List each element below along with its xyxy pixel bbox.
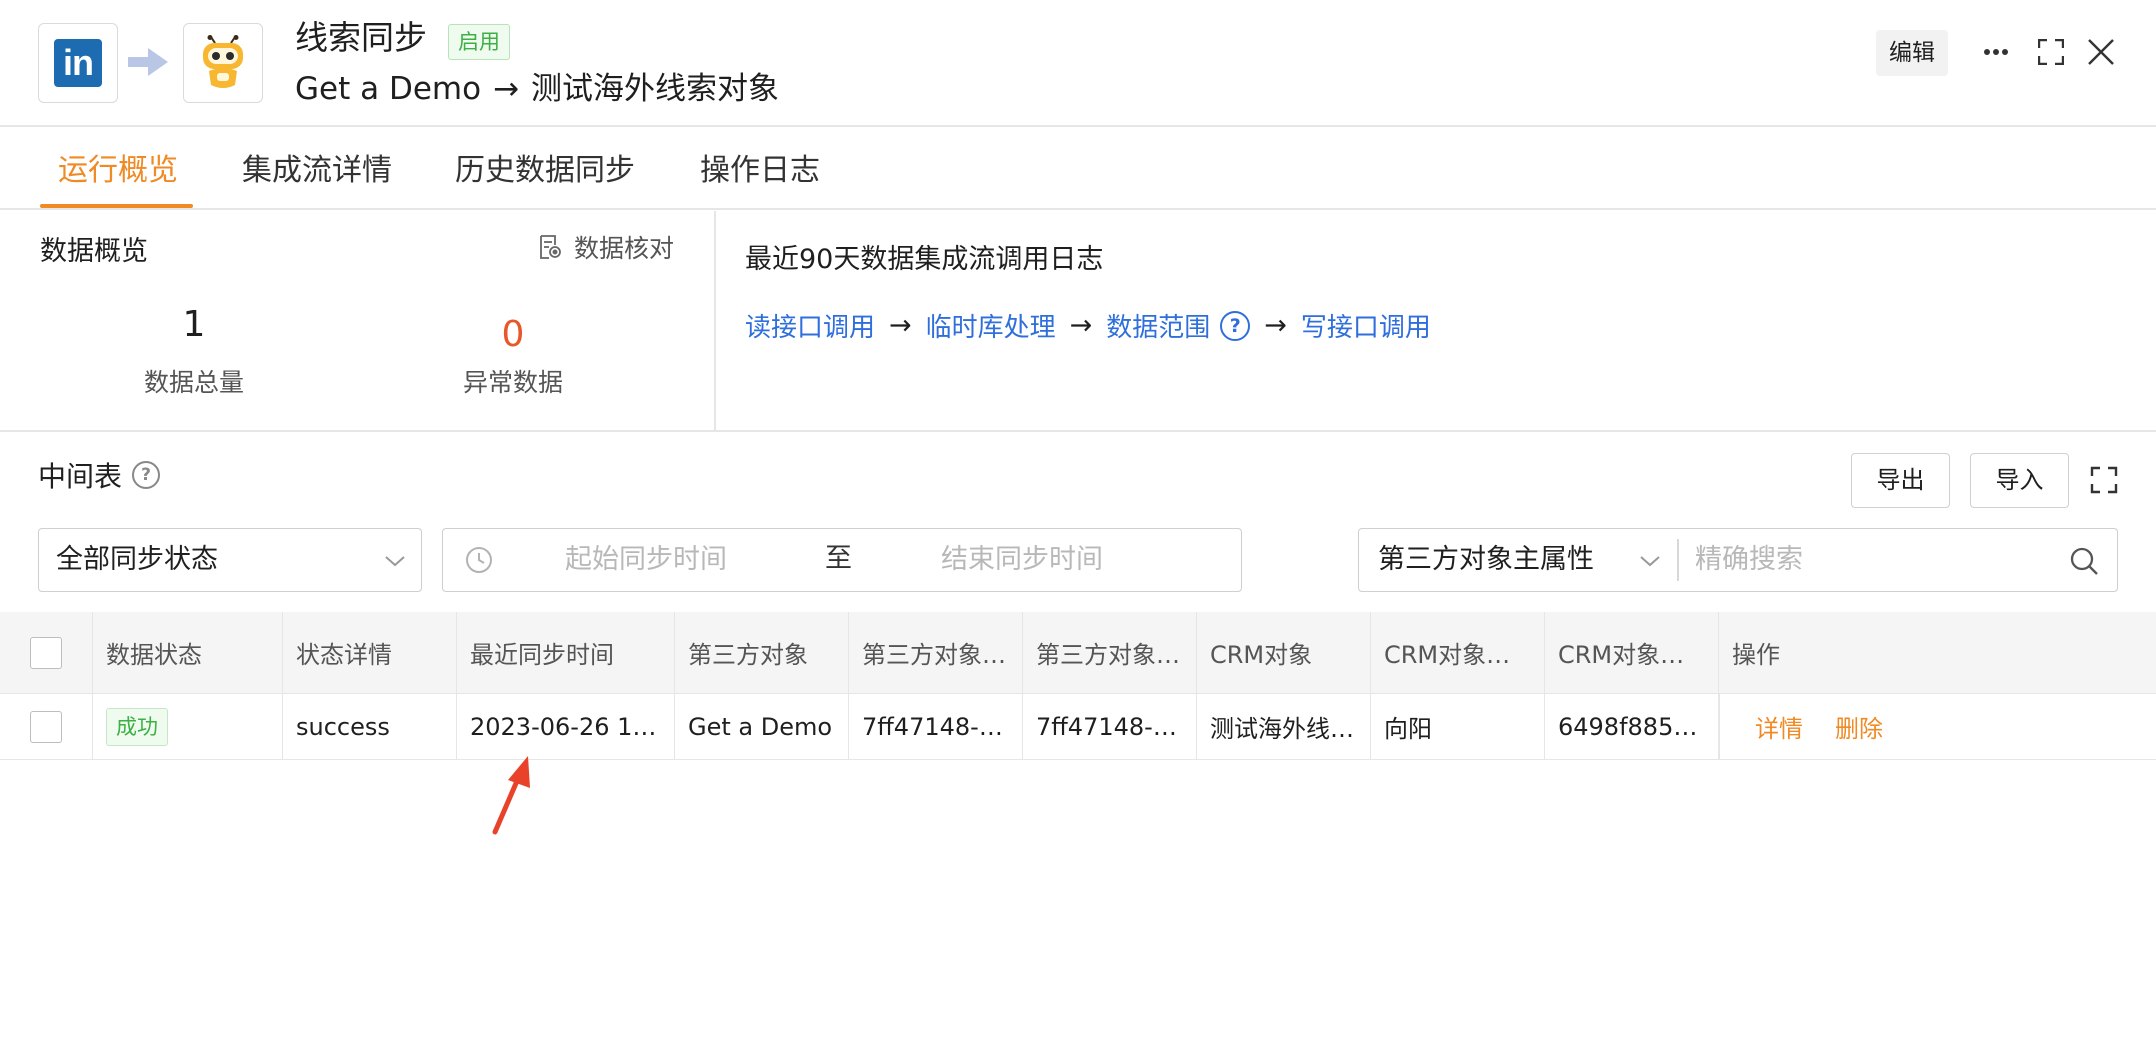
status-tag: 成功 (106, 707, 168, 746)
sync-date-range-picker[interactable]: 起始同步时间 至 结束同步时间 (442, 528, 1242, 592)
log-flow: 读接口调用 → 临时库处理 → 数据范围 ? → 写接口调用 (745, 307, 1431, 344)
sync-status-value: 全部同步状态 (56, 544, 218, 575)
tab-history-sync[interactable]: 历史数据同步 (455, 129, 635, 208)
data-range-link[interactable]: 数据范围 (1106, 307, 1210, 344)
target-object-name: 测试海外线索对象 (531, 71, 780, 107)
tab-bar: 运行概览 集成流详情 历史数据同步 操作日志 (0, 129, 2156, 210)
column-header[interactable]: CRM对象… (1545, 612, 1719, 693)
table-cell: 6498f8855f… (1545, 694, 1719, 759)
help-icon[interactable]: ? (1220, 310, 1251, 341)
total-label: 数据总量 (143, 368, 244, 397)
log-arrow: → (1264, 310, 1287, 341)
exact-search-input[interactable]: 精确搜索 (1695, 529, 1803, 591)
stat-errors[interactable]: 0 异常数据 (363, 313, 663, 399)
edit-button[interactable]: 编辑 (1876, 30, 1948, 76)
close-icon[interactable] (2083, 34, 2119, 70)
table-cell: 向阳 (1371, 694, 1545, 759)
write-api-link[interactable]: 写接口调用 (1301, 307, 1431, 344)
detail-link[interactable]: 详情 (1755, 709, 1803, 744)
data-check-button[interactable]: 数据核对 (538, 229, 674, 265)
field-select[interactable]: 第三方对象主属性 (1378, 529, 1594, 591)
column-header: 操作 (1732, 641, 1780, 669)
sync-status-select[interactable]: 全部同步状态 (38, 528, 422, 592)
middle-table-label: 中间表 (38, 460, 123, 493)
column-header[interactable]: 状态详情 (283, 612, 457, 693)
column-header[interactable]: 数据状态 (93, 612, 283, 693)
active-tab-indicator (40, 204, 193, 208)
table-cell: 2023-06-26 10:… (457, 694, 675, 759)
column-header[interactable]: 第三方对象… (849, 612, 1023, 693)
chevron-down-icon (1640, 556, 1660, 567)
tab-flow-details[interactable]: 集成流详情 (242, 129, 392, 208)
field-search-group: 第三方对象主属性 精确搜索 (1358, 528, 2118, 592)
annotation-arrow-icon (492, 756, 530, 835)
sync-flow: Get a Demo → 测试海外线索对象 (295, 66, 779, 112)
tab-operation-log[interactable]: 操作日志 (700, 129, 820, 208)
delete-link[interactable]: 删除 (1835, 709, 1883, 744)
table-cell: success (283, 694, 457, 759)
date-range-separator: 至 (825, 543, 852, 574)
select-all-checkbox[interactable] (30, 636, 62, 669)
status-badge: 启用 (448, 24, 510, 60)
more-icon[interactable] (1978, 34, 2014, 70)
robot-icon (203, 35, 243, 88)
linkedin-icon: in (54, 39, 102, 87)
column-header[interactable]: 最近同步时间 (457, 612, 675, 693)
table-cell: 7ff47148-2… (849, 694, 1023, 759)
section-divider (0, 430, 2156, 432)
middle-table-title: 中间表 ? (38, 455, 161, 495)
linkedin-logo: in (38, 23, 118, 103)
clock-icon (466, 547, 492, 573)
import-button[interactable]: 导入 (1970, 453, 2069, 508)
start-time-input[interactable]: 起始同步时间 (565, 529, 727, 591)
error-label: 异常数据 (462, 368, 563, 397)
log-arrow: → (889, 310, 912, 341)
help-icon[interactable]: ? (132, 461, 161, 489)
row-checkbox-cell (0, 694, 93, 759)
chevron-down-icon (385, 556, 405, 567)
export-button[interactable]: 导出 (1851, 453, 1950, 508)
table-cell: 测试海外线… (1197, 694, 1371, 759)
crm-bot-logo (183, 23, 263, 103)
header-checkbox-cell (0, 612, 93, 693)
column-header[interactable]: 第三方对象 (675, 612, 849, 693)
log-arrow: → (1069, 310, 1093, 341)
row-checkbox[interactable] (30, 710, 62, 743)
page-title: 线索同步 (295, 18, 427, 57)
tab-run-overview[interactable]: 运行概览 (58, 129, 178, 208)
table-cell: Get a Demo (675, 694, 849, 759)
flow-arrow: → (493, 71, 520, 107)
search-separator (1677, 539, 1679, 581)
temp-db-link[interactable]: 临时库处理 (926, 307, 1056, 344)
stat-total: 1 数据总量 (44, 303, 344, 399)
read-api-link[interactable]: 读接口调用 (745, 307, 875, 344)
actions-cell: 详情 删除 (1719, 694, 2156, 759)
overview-title: 数据概览 (40, 236, 148, 267)
status-cell: 成功 (93, 694, 283, 759)
call-log-panel: 最近90天数据集成流调用日志 读接口调用 → 临时库处理 → 数据范围 ? → … (718, 211, 2156, 430)
search-icon[interactable] (2069, 546, 2099, 576)
data-overview-panel: 数据概览 数据核对 1 数据总量 0 异常数据 (0, 211, 716, 430)
table-header: 数据状态 状态详情 最近同步时间 第三方对象 第三方对象… 第三方对象… CRM… (0, 612, 2156, 694)
error-count[interactable]: 0 (363, 313, 663, 357)
fullscreen-icon[interactable] (2086, 462, 2122, 498)
total-count: 1 (182, 304, 206, 345)
data-check-icon (540, 235, 561, 259)
column-header[interactable]: CRM对象… (1371, 612, 1545, 693)
log-title: 最近90天数据集成流调用日志 (745, 244, 1104, 275)
end-time-input[interactable]: 结束同步时间 (941, 529, 1103, 591)
column-header[interactable]: 第三方对象… (1023, 612, 1197, 693)
column-header[interactable]: CRM对象 (1197, 612, 1371, 693)
fullscreen-icon[interactable] (2033, 34, 2069, 70)
data-check-label: 数据核对 (573, 234, 674, 263)
source-object-name: Get a Demo (295, 71, 482, 107)
table-cell: 7ff47148-2… (1023, 694, 1197, 759)
arrow-right-icon (128, 48, 168, 76)
table-row: 成功 success 2023-06-26 10:… Get a Demo 7f… (0, 694, 2156, 760)
drawer-header: in 线索同步 启用 Get a Demo → 测试海外线索对象 编辑 (0, 0, 2156, 127)
